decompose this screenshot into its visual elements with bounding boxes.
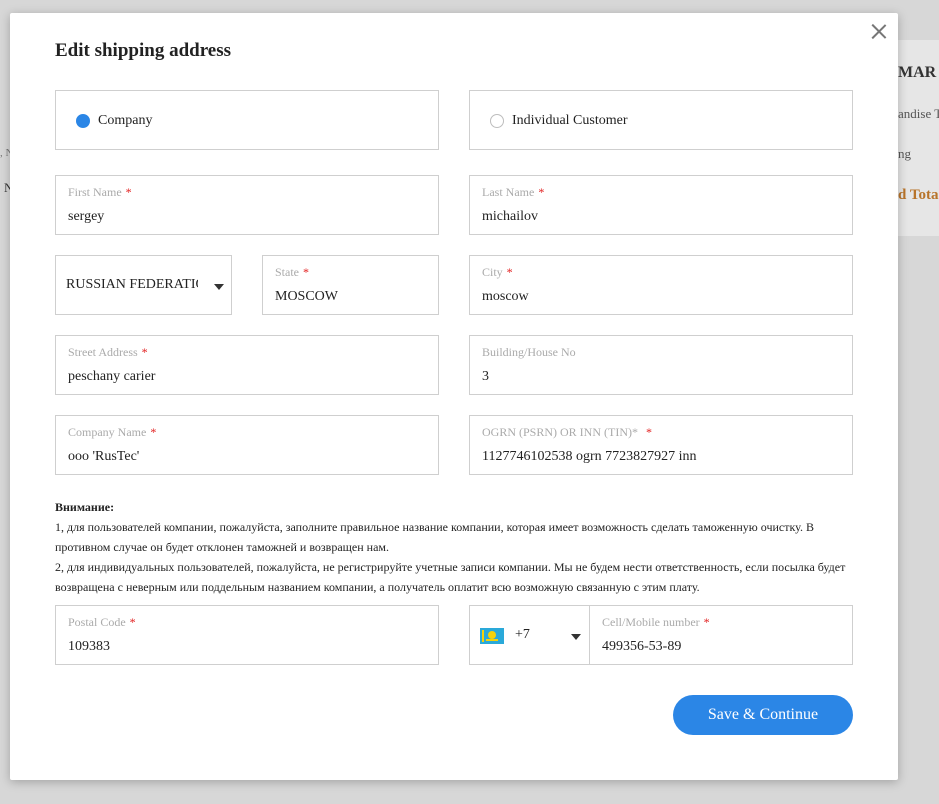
- postal-code-input[interactable]: 109383: [68, 639, 110, 655]
- chevron-down-icon: [214, 284, 224, 290]
- city-input[interactable]: moscow: [482, 289, 529, 305]
- radio-selected-icon: [76, 114, 90, 128]
- company-name-input[interactable]: ooo 'RusTec': [68, 449, 139, 465]
- company-name-label: Company Name *: [68, 425, 157, 439]
- notice-heading: Внимание:: [55, 500, 115, 514]
- state-label: State *: [275, 265, 309, 279]
- state-input[interactable]: MOSCOW: [275, 289, 338, 305]
- city-field[interactable]: City * moscow: [469, 255, 853, 315]
- last-name-input[interactable]: michailov: [482, 209, 538, 225]
- phone-code-value: +7: [515, 627, 530, 642]
- country-select[interactable]: RUSSIAN FEDERATION: [55, 255, 232, 315]
- first-name-input[interactable]: sergey: [68, 209, 104, 225]
- ogrn-inn-label: OGRN (PSRN) OR INN (TIN)* *: [482, 425, 652, 439]
- street-address-input[interactable]: peschany carier: [68, 369, 155, 385]
- ogrn-inn-field[interactable]: OGRN (PSRN) OR INN (TIN)* * 1127746102538…: [469, 415, 853, 475]
- postal-code-field[interactable]: Postal Code * 109383: [55, 605, 439, 665]
- building-field[interactable]: Building/House No 3: [469, 335, 853, 395]
- save-continue-button[interactable]: Save & Continue: [673, 695, 853, 735]
- mobile-number-label: Cell/Mobile number *: [602, 615, 710, 629]
- first-name-label: First Name *: [68, 185, 132, 199]
- city-label: City *: [482, 265, 513, 279]
- summary-title: MAR: [898, 64, 937, 81]
- close-icon[interactable]: [869, 21, 889, 41]
- country-value: RUSSIAN FEDERATION: [66, 277, 198, 292]
- summary-shipping: ng: [898, 146, 911, 161]
- street-address-label: Street Address *: [68, 345, 148, 359]
- notice-line-1: 1, для пользователей компании, пожалуйст…: [55, 520, 814, 554]
- mobile-number-field[interactable]: Cell/Mobile number * 499356-53-89: [589, 605, 853, 665]
- first-name-field[interactable]: First Name * sergey: [55, 175, 439, 235]
- summary-total: d Tota: [898, 187, 939, 203]
- chevron-down-icon: [571, 634, 581, 640]
- last-name-field[interactable]: Last Name * michailov: [469, 175, 853, 235]
- notice-line-2: 2, для индивидуальных пользователей, пож…: [55, 560, 846, 594]
- radio-unselected-icon: [490, 114, 504, 128]
- phone-code-select[interactable]: +7: [469, 605, 590, 665]
- building-input[interactable]: 3: [482, 369, 489, 385]
- edit-address-modal: Edit shipping address Company Individual…: [10, 13, 898, 780]
- radio-individual[interactable]: Individual Customer: [469, 90, 853, 150]
- street-address-field[interactable]: Street Address * peschany carier: [55, 335, 439, 395]
- customs-notice: Внимание: 1, для пользователей компании,…: [55, 497, 855, 597]
- building-label: Building/House No: [482, 345, 576, 359]
- modal-title: Edit shipping address: [55, 40, 232, 61]
- company-name-field[interactable]: Company Name * ooo 'RusTec': [55, 415, 439, 475]
- radio-company-label: Company: [98, 113, 153, 128]
- state-field[interactable]: State * MOSCOW: [262, 255, 439, 315]
- kazakhstan-flag-icon: [480, 628, 504, 644]
- mobile-number-input[interactable]: 499356-53-89: [602, 639, 681, 655]
- last-name-label: Last Name *: [482, 185, 545, 199]
- summary-merchandise: andise T: [898, 106, 939, 121]
- ogrn-inn-input[interactable]: 1127746102538 ogrn 7723827927 inn: [482, 449, 697, 465]
- radio-individual-label: Individual Customer: [512, 113, 628, 128]
- radio-company[interactable]: Company: [55, 90, 439, 150]
- postal-code-label: Postal Code *: [68, 615, 136, 629]
